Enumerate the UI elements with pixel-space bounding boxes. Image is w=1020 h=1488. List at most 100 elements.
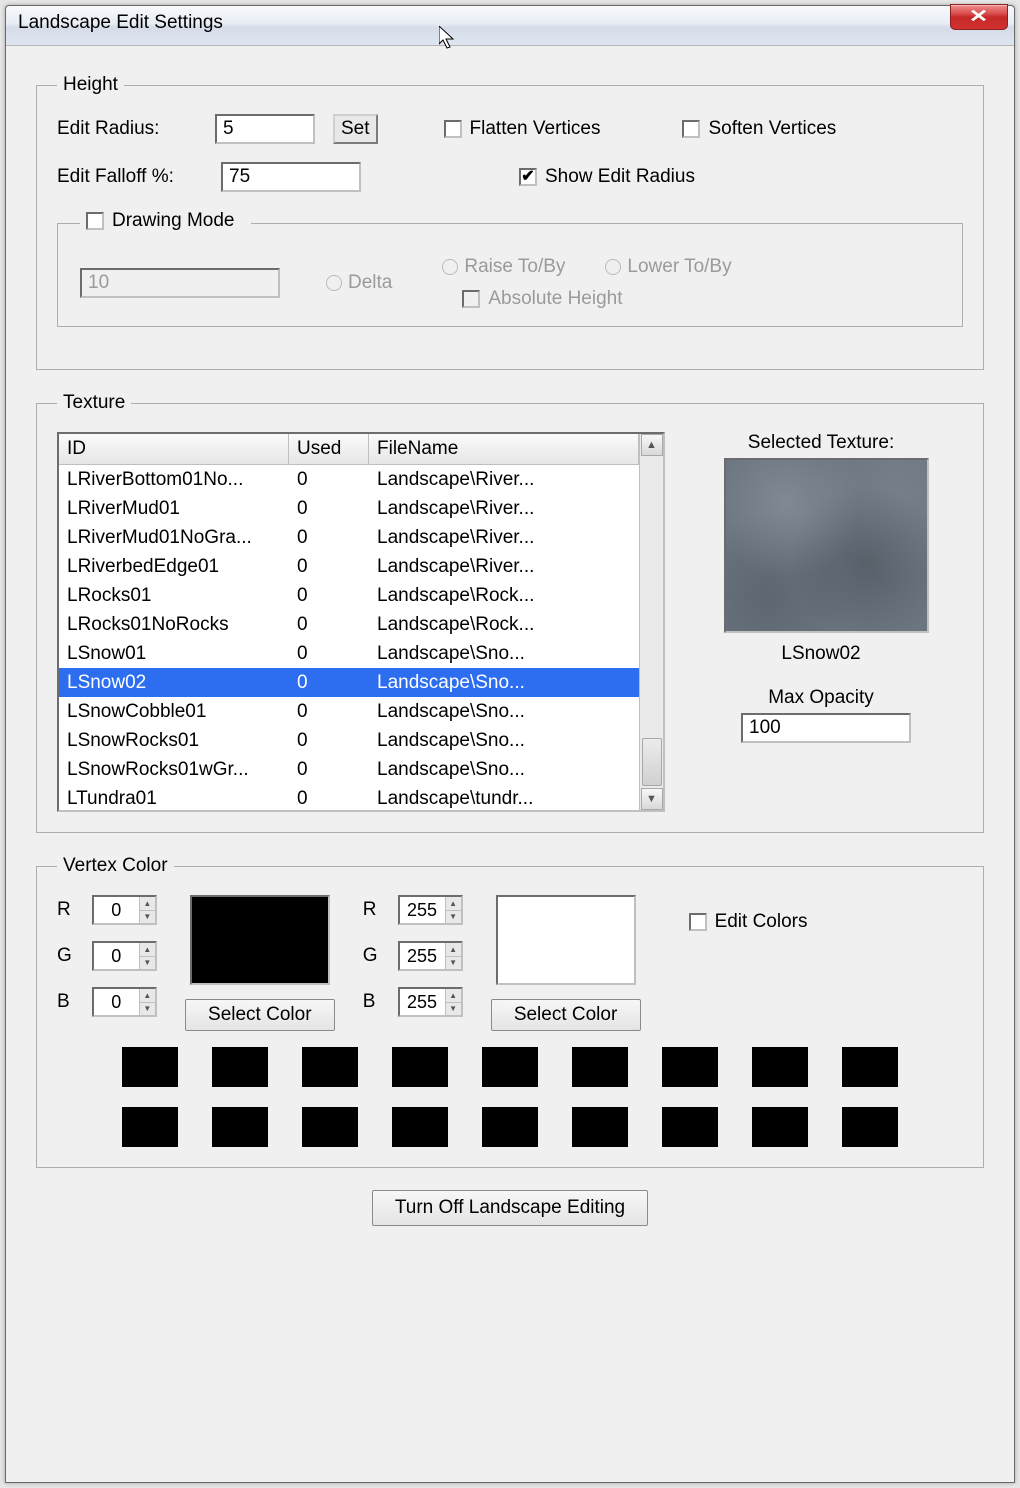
spin-down-icon[interactable]: ▼	[446, 1003, 461, 1016]
texture-list-header[interactable]: ID Used FileName	[59, 434, 639, 465]
landscape-edit-settings-window: Landscape Edit Settings ✕ Height Edit Ra…	[5, 5, 1015, 1483]
preset-swatch[interactable]	[392, 1047, 448, 1087]
preset-swatch[interactable]	[122, 1047, 178, 1087]
spin-up-icon[interactable]: ▲	[446, 897, 461, 911]
scroll-down-button[interactable]: ▼	[641, 788, 663, 810]
preset-swatch[interactable]	[302, 1107, 358, 1147]
table-row[interactable]: LRiverMud010Landscape\River...	[59, 494, 639, 523]
preset-swatch[interactable]	[122, 1107, 178, 1147]
g-right-spin[interactable]: ▲▼	[398, 941, 463, 971]
close-button[interactable]: ✕	[950, 4, 1008, 30]
column-used[interactable]: Used	[289, 434, 369, 464]
texture-list[interactable]: ID Used FileName LRiverBottom01No...0Lan…	[57, 432, 665, 812]
preset-swatch[interactable]	[752, 1047, 808, 1087]
table-row[interactable]: LRiverMud01NoGra...0Landscape\River...	[59, 523, 639, 552]
b-label: B	[57, 991, 72, 1013]
drawing-mode-group: Drawing Mode Delta Raise To/By	[57, 210, 963, 327]
max-opacity-label: Max Opacity	[689, 687, 953, 709]
table-row[interactable]: LRocks01NoRocks0Landscape\Rock...	[59, 610, 639, 639]
table-row[interactable]: LTundra010Landscape\tundr...	[59, 784, 639, 810]
r-label: R	[57, 899, 72, 921]
height-legend: Height	[57, 74, 124, 96]
preset-swatches-row1	[57, 1047, 963, 1087]
preset-swatch[interactable]	[752, 1107, 808, 1147]
spin-up-icon[interactable]: ▲	[140, 989, 155, 1003]
spin-up-icon[interactable]: ▲	[140, 943, 155, 957]
table-row[interactable]: LSnowRocks010Landscape\Sno...	[59, 726, 639, 755]
column-id[interactable]: ID	[59, 434, 289, 464]
preset-swatch[interactable]	[842, 1047, 898, 1087]
preset-swatch[interactable]	[212, 1107, 268, 1147]
checkbox-icon	[462, 290, 480, 308]
show-edit-radius-checkbox[interactable]: ✔ Show Edit Radius	[519, 166, 705, 188]
soften-vertices-checkbox[interactable]: Soften Vertices	[682, 118, 846, 140]
select-color-right-button[interactable]: Select Color	[491, 999, 641, 1031]
turn-off-landscape-editing-button[interactable]: Turn Off Landscape Editing	[372, 1190, 648, 1226]
scroll-up-button[interactable]: ▲	[641, 434, 663, 456]
spin-down-icon[interactable]: ▼	[446, 957, 461, 970]
drawing-value-input	[80, 268, 280, 298]
edit-colors-checkbox[interactable]: Edit Colors	[689, 911, 818, 933]
table-row[interactable]: LRiverBottom01No...0Landscape\River...	[59, 465, 639, 494]
vertex-color-legend: Vertex Color	[57, 855, 174, 877]
preset-swatch[interactable]	[572, 1047, 628, 1087]
preset-swatch[interactable]	[482, 1107, 538, 1147]
preset-swatch[interactable]	[392, 1107, 448, 1147]
checkbox-icon	[689, 913, 707, 931]
client-area: Height Edit Radius: Set Flatten Vertices…	[6, 46, 1014, 1246]
b-right-spin[interactable]: ▲▼	[398, 987, 463, 1017]
max-opacity-input[interactable]	[741, 713, 911, 743]
preset-swatch[interactable]	[842, 1107, 898, 1147]
drawing-mode-legend: Drawing Mode	[80, 210, 251, 236]
spin-up-icon[interactable]: ▲	[446, 943, 461, 957]
table-row[interactable]: LSnow010Landscape\Sno...	[59, 639, 639, 668]
spin-down-icon[interactable]: ▼	[446, 911, 461, 924]
g-label: G	[363, 945, 378, 967]
window-title: Landscape Edit Settings	[18, 12, 223, 33]
radio-icon	[442, 259, 458, 275]
texture-preview	[724, 458, 929, 633]
set-button[interactable]: Set	[333, 114, 378, 144]
r-right-spin[interactable]: ▲▼	[398, 895, 463, 925]
b-left-spin[interactable]: ▲▼	[92, 987, 157, 1017]
spin-down-icon[interactable]: ▼	[140, 1003, 155, 1016]
flatten-vertices-checkbox[interactable]: Flatten Vertices	[444, 118, 611, 140]
close-icon: ✕	[969, 5, 989, 27]
absolute-height-checkbox: Absolute Height	[462, 288, 741, 310]
table-row[interactable]: LSnowCobble010Landscape\Sno...	[59, 697, 639, 726]
drawing-mode-checkbox[interactable]: Drawing Mode	[86, 210, 245, 232]
preset-swatches-row2	[57, 1107, 963, 1147]
select-color-left-button[interactable]: Select Color	[185, 999, 335, 1031]
preset-swatch[interactable]	[662, 1107, 718, 1147]
spin-up-icon[interactable]: ▲	[446, 989, 461, 1003]
color-swatch-left	[190, 895, 330, 985]
preset-swatch[interactable]	[572, 1107, 628, 1147]
g-left-spin[interactable]: ▲▼	[92, 941, 157, 971]
table-row[interactable]: LRiverbedEdge010Landscape\River...	[59, 552, 639, 581]
height-group: Height Edit Radius: Set Flatten Vertices…	[36, 74, 984, 370]
preset-swatch[interactable]	[662, 1047, 718, 1087]
column-filename[interactable]: FileName	[369, 434, 639, 464]
edit-radius-input[interactable]	[215, 114, 315, 144]
spin-down-icon[interactable]: ▼	[140, 957, 155, 970]
preset-swatch[interactable]	[482, 1047, 538, 1087]
spin-down-icon[interactable]: ▼	[140, 911, 155, 924]
r-left-spin[interactable]: ▲▼	[92, 895, 157, 925]
b-label: B	[363, 991, 378, 1013]
preset-swatch[interactable]	[212, 1047, 268, 1087]
table-row[interactable]: LSnow020Landscape\Sno...	[59, 668, 639, 697]
scroll-thumb[interactable]	[642, 738, 662, 786]
radio-icon	[605, 259, 621, 275]
table-row[interactable]: LSnowRocks01wGr...0Landscape\Sno...	[59, 755, 639, 784]
g-label: G	[57, 945, 72, 967]
titlebar[interactable]: Landscape Edit Settings ✕	[6, 6, 1014, 46]
spin-up-icon[interactable]: ▲	[140, 897, 155, 911]
rgb-left: R ▲▼ G ▲▼ B ▲▼	[57, 895, 157, 1017]
preset-swatch[interactable]	[302, 1047, 358, 1087]
edit-falloff-input[interactable]	[221, 162, 361, 192]
edit-falloff-label: Edit Falloff %:	[57, 166, 197, 188]
lower-radio: Lower To/By	[605, 256, 741, 278]
table-row[interactable]: LRocks010Landscape\Rock...	[59, 581, 639, 610]
scrollbar[interactable]: ▲ ▼	[639, 434, 663, 810]
color-swatch-right	[496, 895, 636, 985]
